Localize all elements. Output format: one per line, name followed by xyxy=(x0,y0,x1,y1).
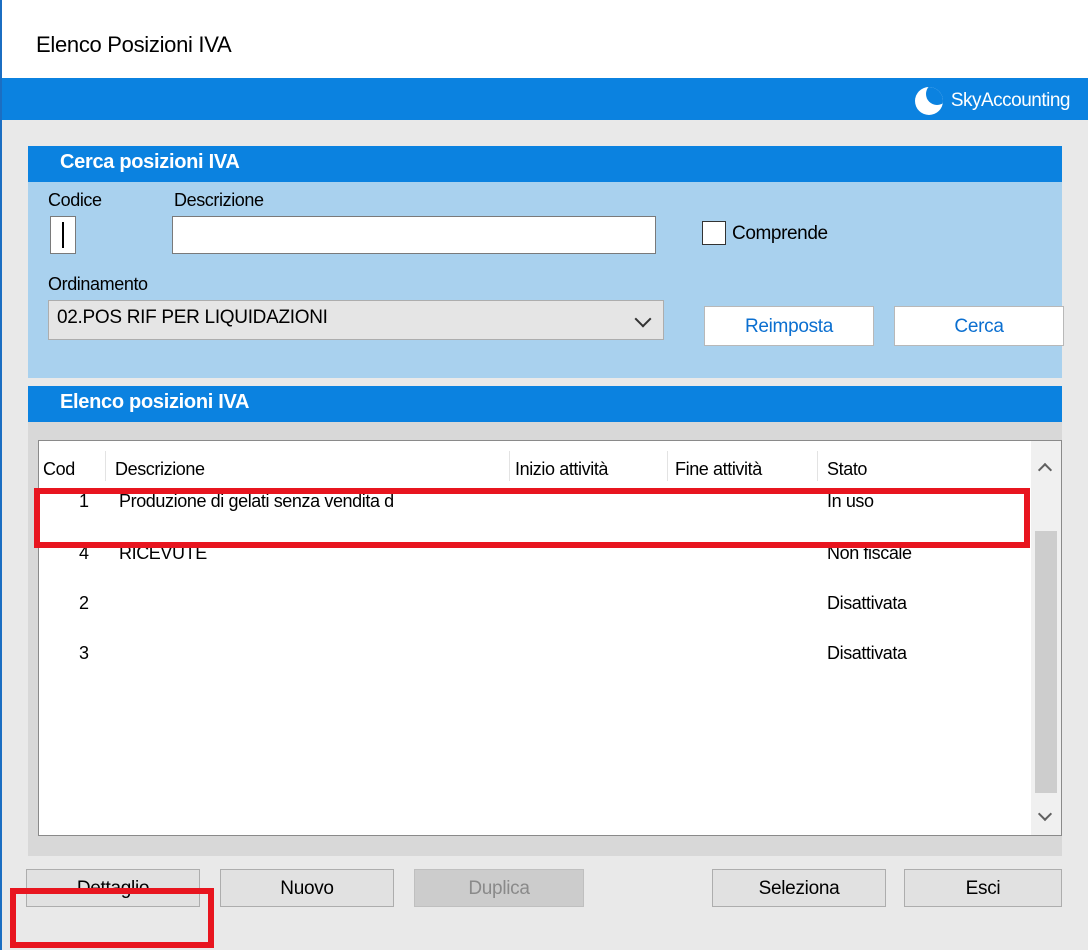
scrollbar-thumb[interactable] xyxy=(1035,531,1057,793)
highlight-dettaglio-annotation xyxy=(10,888,214,948)
ordinamento-value: 02.POS RIF PER LIQUIDAZIONI xyxy=(57,307,328,328)
search-panel: Cerca posizioni IVA Codice Descrizione C… xyxy=(28,146,1064,378)
scroll-down-arrow-icon[interactable] xyxy=(1037,806,1053,822)
text-cursor xyxy=(62,222,64,248)
vertical-scrollbar[interactable] xyxy=(1031,441,1061,835)
comprende-label: Comprende xyxy=(732,223,828,244)
title-bar: Elenco Posizioni IVA xyxy=(2,0,1088,78)
cell-stato: Disattivata xyxy=(827,643,907,663)
reimposta-button[interactable]: Reimposta xyxy=(704,306,874,346)
descrizione-label: Descrizione xyxy=(174,190,264,210)
duplica-button: Duplica xyxy=(414,869,584,907)
brand-bar: SkyAccounting xyxy=(2,78,1088,120)
column-separator xyxy=(667,451,668,481)
seleziona-button[interactable]: Seleziona xyxy=(712,869,886,907)
table-row[interactable]: 4 RICEVUTE Non fiscale xyxy=(39,541,1029,591)
column-separator xyxy=(105,451,106,481)
list-panel-header: Elenco posizioni IVA xyxy=(28,386,1062,422)
brand-name: SkyAccounting xyxy=(950,90,1071,111)
brand: SkyAccounting xyxy=(914,87,1071,115)
codice-input[interactable] xyxy=(50,216,76,254)
table-row[interactable]: 3 Disattivata xyxy=(39,641,1029,691)
chevron-down-icon xyxy=(634,310,652,328)
column-header-stato[interactable]: Stato xyxy=(827,459,867,480)
codice-label: Codice xyxy=(48,190,102,210)
comprende-checkbox[interactable] xyxy=(702,221,726,245)
column-header-fine[interactable]: Fine attività xyxy=(675,459,762,480)
scroll-up-arrow-icon[interactable] xyxy=(1037,462,1053,478)
list-panel: Elenco posizioni IVA Cod Descrizione Ini… xyxy=(28,386,1062,856)
cell-cod: 3 xyxy=(79,643,89,663)
highlight-row-annotation xyxy=(34,488,1030,548)
main-window: Elenco Posizioni IVA SkyAccounting Cerca… xyxy=(0,0,1088,950)
column-header-cod[interactable]: Cod xyxy=(43,459,75,480)
cell-stato: Disattivata xyxy=(827,593,907,613)
ordinamento-label: Ordinamento xyxy=(48,274,148,294)
window-title: Elenco Posizioni IVA xyxy=(36,32,232,57)
search-panel-header: Cerca posizioni IVA xyxy=(28,146,1062,182)
esci-button[interactable]: Esci xyxy=(904,869,1062,907)
cell-cod: 2 xyxy=(79,593,89,613)
column-header-descrizione[interactable]: Descrizione xyxy=(115,459,205,480)
column-separator xyxy=(817,451,818,481)
table-row[interactable]: 2 Disattivata xyxy=(39,591,1029,641)
column-separator xyxy=(509,451,510,481)
column-header-inizio[interactable]: Inizio attività xyxy=(515,459,608,480)
ordinamento-select[interactable]: 02.POS RIF PER LIQUIDAZIONI xyxy=(48,300,664,340)
skyaccounting-logo-icon xyxy=(914,87,943,115)
descrizione-input[interactable] xyxy=(172,216,656,254)
cerca-button[interactable]: Cerca xyxy=(894,306,1064,346)
nuovo-button[interactable]: Nuovo xyxy=(220,869,394,907)
